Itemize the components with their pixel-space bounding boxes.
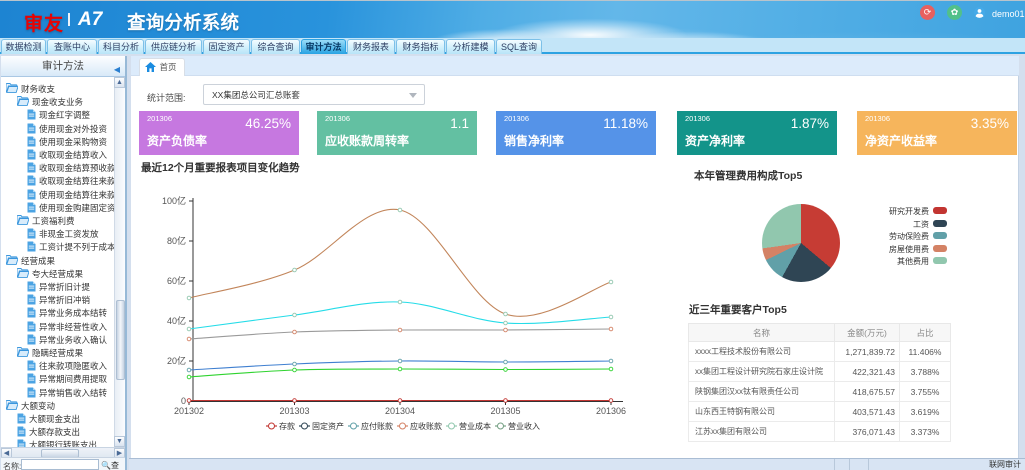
svg-text:应付账款: 应付账款 xyxy=(361,421,393,431)
svg-text:201302: 201302 xyxy=(174,406,204,416)
svg-text:40亿: 40亿 xyxy=(167,315,186,326)
svg-text:100亿: 100亿 xyxy=(162,195,186,206)
svg-text:80亿: 80亿 xyxy=(167,235,186,246)
svg-text:201306: 201306 xyxy=(596,406,626,416)
svg-text:营业成本: 营业成本 xyxy=(459,421,491,431)
svg-text:固定资产: 固定资产 xyxy=(312,421,344,431)
svg-text:应收账款: 应收账款 xyxy=(410,421,442,431)
svg-text:存款: 存款 xyxy=(279,421,295,431)
svg-text:60亿: 60亿 xyxy=(167,275,186,286)
svg-text:营业收入: 营业收入 xyxy=(508,421,540,431)
svg-text:201303: 201303 xyxy=(279,406,309,416)
svg-text:201305: 201305 xyxy=(490,406,520,416)
svg-text:0: 0 xyxy=(181,396,186,406)
svg-text:20亿: 20亿 xyxy=(167,355,186,366)
svg-text:201304: 201304 xyxy=(385,406,415,416)
